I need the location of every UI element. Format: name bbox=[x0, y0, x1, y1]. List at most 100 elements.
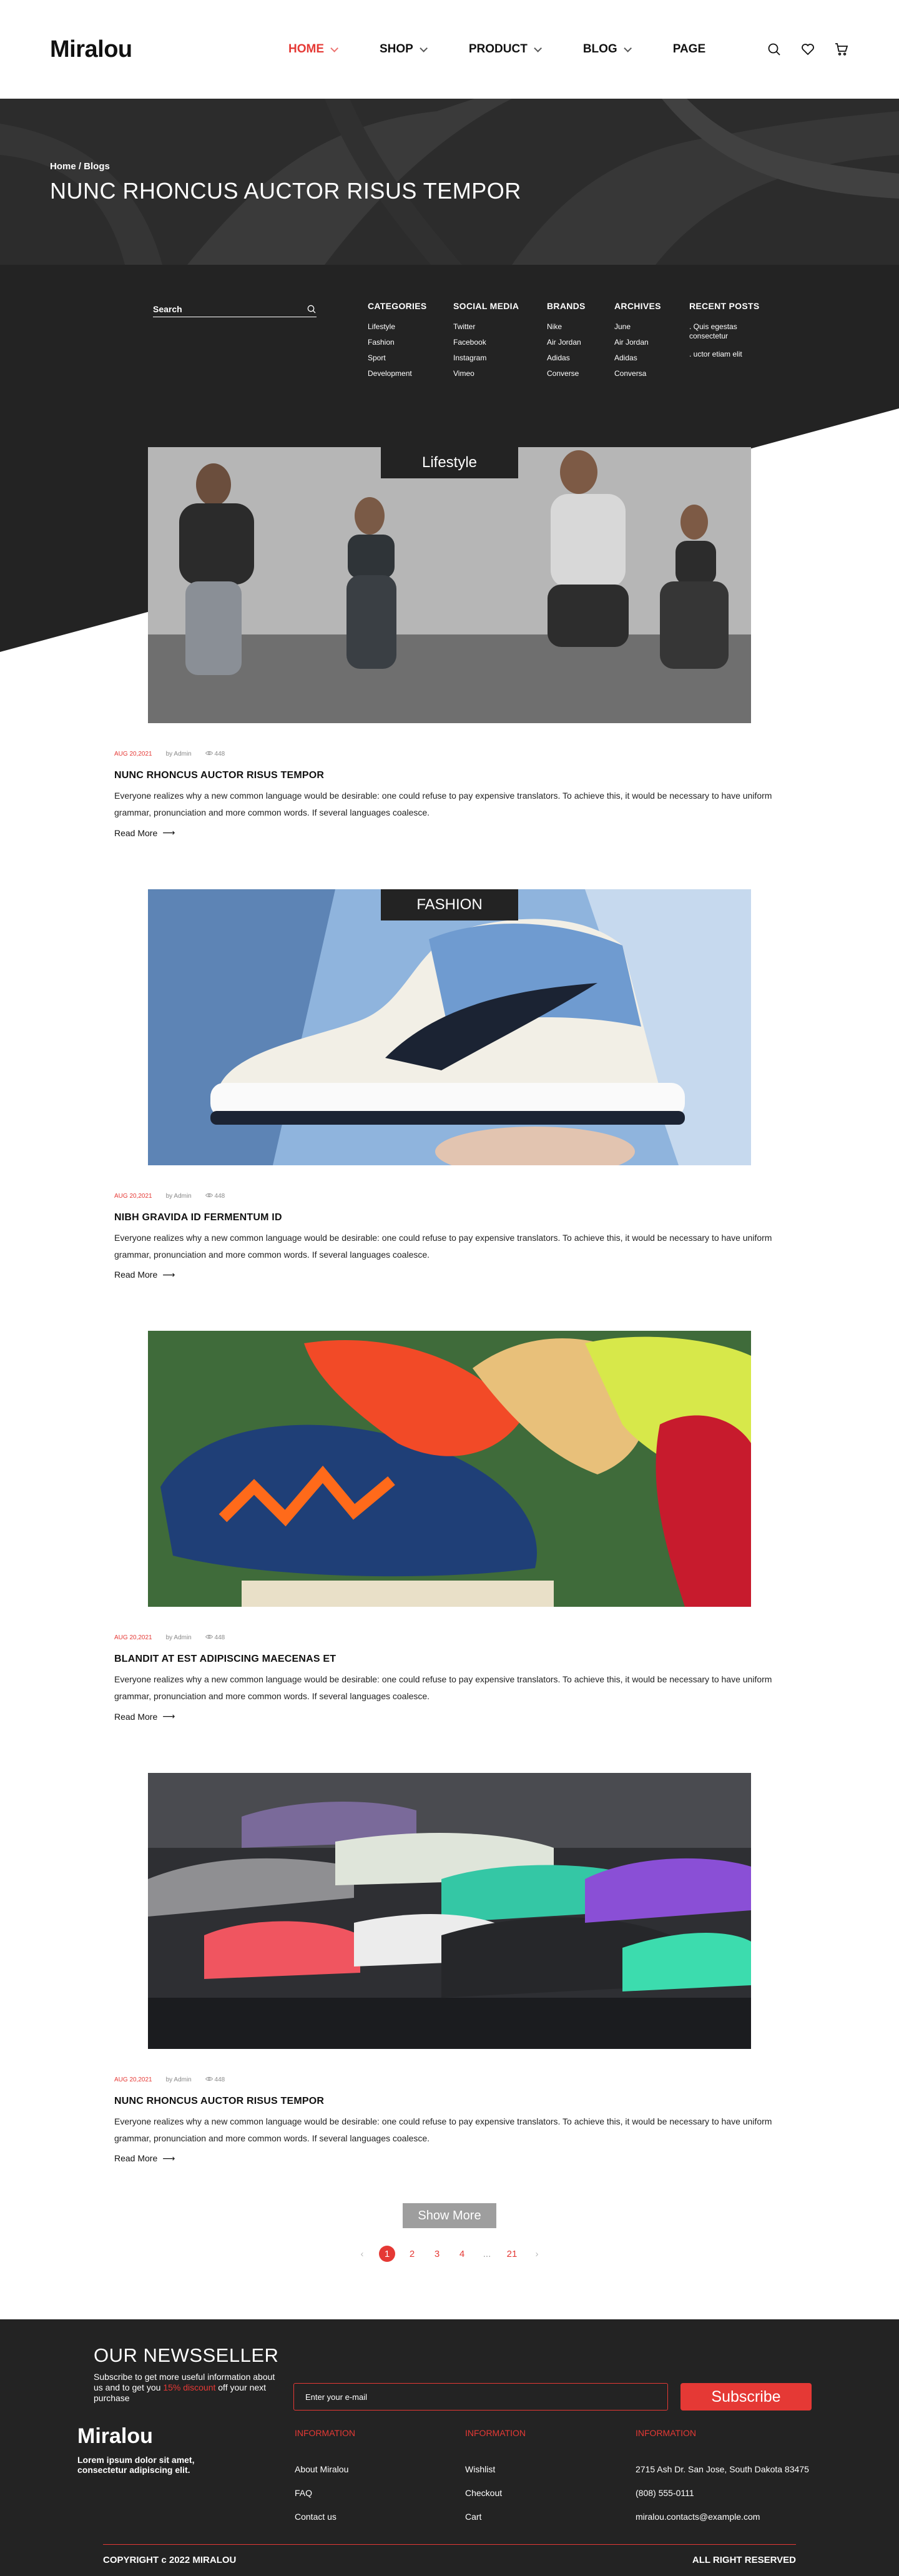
filter-item[interactable]: Instagram bbox=[453, 353, 547, 362]
post-image[interactable] bbox=[148, 1331, 751, 1607]
blog-post: AUG 20,2021 by Admin 448 BLANDIT AT EST … bbox=[0, 1331, 899, 1723]
filter-item[interactable]: Vimeo bbox=[453, 369, 547, 378]
fitness-photo bbox=[148, 447, 751, 723]
read-more-label: Read More bbox=[114, 1270, 158, 1280]
page-21[interactable]: 21 bbox=[504, 2246, 520, 2262]
subscribe-button[interactable]: Subscribe bbox=[680, 2383, 812, 2411]
nav-home-label: HOME bbox=[288, 42, 324, 56]
footer-brand: Miralou Lorem ipsum dolor sit amet, cons… bbox=[77, 2424, 295, 2535]
footer-logo[interactable]: Miralou bbox=[77, 2424, 295, 2449]
post-author[interactable]: by Admin bbox=[166, 1634, 192, 1641]
nav-product[interactable]: PRODUCT bbox=[468, 42, 542, 56]
filter-item[interactable]: Adidas bbox=[547, 353, 614, 362]
heart-icon[interactable] bbox=[800, 42, 815, 57]
next-page-icon[interactable]: › bbox=[529, 2246, 545, 2262]
header-actions bbox=[767, 42, 849, 57]
post-excerpt: Everyone realizes why a new common langu… bbox=[114, 1674, 772, 1701]
read-more-link[interactable]: Read More ⟶ bbox=[114, 1711, 175, 1722]
post-views: 448 bbox=[205, 1634, 225, 1641]
filter-item[interactable]: Sport bbox=[368, 353, 453, 362]
post-title[interactable]: NIBH GRAVIDA ID FERMENTUM ID bbox=[114, 1212, 785, 1223]
post-title[interactable]: NUNC RHONCUS AUCTOR RISUS TEMPOR bbox=[114, 2096, 785, 2107]
page-2[interactable]: 2 bbox=[404, 2246, 420, 2262]
nav-product-label: PRODUCT bbox=[468, 42, 528, 56]
read-more-link[interactable]: Read More ⟶ bbox=[114, 2153, 175, 2164]
search-icon[interactable] bbox=[307, 304, 317, 314]
post-meta: AUG 20,2021 by Admin 448 bbox=[114, 1193, 785, 1200]
rights-reserved: ALL RIGHT RESERVED bbox=[692, 2555, 796, 2565]
filter-item[interactable]: Conversa bbox=[614, 369, 689, 378]
chevron-down-icon bbox=[420, 44, 428, 52]
post-image[interactable] bbox=[148, 1772, 751, 2049]
post-image[interactable]: FASHION bbox=[148, 889, 751, 1165]
post-category-tag[interactable]: FASHION bbox=[381, 889, 518, 920]
arrow-right-icon: ⟶ bbox=[162, 2153, 175, 2163]
page-1[interactable]: 1 bbox=[379, 2246, 395, 2262]
prev-page-icon[interactable]: ‹ bbox=[354, 2246, 370, 2262]
show-more-button[interactable]: Show More bbox=[403, 2203, 496, 2228]
footer-link[interactable]: FAQ bbox=[295, 2488, 465, 2498]
post-meta: AUG 20,2021 by Admin 448 bbox=[114, 1634, 785, 1641]
nav-page[interactable]: PAGE bbox=[673, 42, 705, 56]
sneaker-photo bbox=[148, 889, 751, 1165]
eye-icon bbox=[205, 2076, 213, 2081]
eye-icon bbox=[205, 751, 213, 756]
contact-phone[interactable]: (808) 555-0111 bbox=[636, 2488, 835, 2498]
post-author[interactable]: by Admin bbox=[166, 2076, 192, 2083]
hero-content: Home / Blogs NUNC RHONCUS AUCTOR RISUS T… bbox=[50, 161, 521, 204]
post-body: AUG 20,2021 by Admin 448 NIBH GRAVIDA ID… bbox=[0, 1193, 899, 1281]
read-more-link[interactable]: Read More ⟶ bbox=[114, 1270, 175, 1280]
footer-divider bbox=[103, 2544, 796, 2545]
nav-shop-label: SHOP bbox=[380, 42, 413, 56]
chevron-down-icon bbox=[330, 44, 338, 52]
filter-item[interactable]: Adidas bbox=[614, 353, 689, 362]
page-4[interactable]: 4 bbox=[454, 2246, 470, 2262]
newsletter-title: OUR NEWSSELLER bbox=[94, 2344, 279, 2366]
post-category-tag[interactable]: Lifestyle bbox=[381, 447, 518, 478]
filter-item[interactable]: Facebook bbox=[453, 338, 547, 347]
nav-home[interactable]: HOME bbox=[288, 42, 338, 56]
nav-shop[interactable]: SHOP bbox=[380, 42, 428, 56]
nav-blog[interactable]: BLOG bbox=[583, 42, 632, 56]
post-body: AUG 20,2021 by Admin 448 NUNC RHONCUS AU… bbox=[0, 2076, 899, 2165]
main-nav: HOME SHOP PRODUCT BLOG PAGE bbox=[288, 42, 705, 56]
search-input[interactable] bbox=[153, 303, 278, 314]
email-field[interactable] bbox=[293, 2383, 668, 2411]
footer-link[interactable]: Checkout bbox=[465, 2488, 636, 2498]
page-3[interactable]: 3 bbox=[429, 2246, 445, 2262]
post-meta: AUG 20,2021 by Admin 448 bbox=[114, 2076, 785, 2083]
arrow-right-icon: ⟶ bbox=[162, 1269, 175, 1280]
footer-link[interactable]: Wishlist bbox=[465, 2464, 636, 2474]
site-logo[interactable]: Miralou bbox=[50, 36, 237, 63]
page-hero: Home / Blogs NUNC RHONCUS AUCTOR RISUS T… bbox=[0, 99, 899, 265]
recent-post-link[interactable]: . Quis egestas consectetur bbox=[689, 322, 752, 341]
filter-item[interactable]: Lifestyle bbox=[368, 322, 453, 331]
breadcrumb[interactable]: Home / Blogs bbox=[50, 161, 521, 172]
blog-post: Lifestyle AUG 20,2021 by Admin 448 NUNC … bbox=[0, 447, 899, 839]
post-title[interactable]: NUNC RHONCUS AUCTOR RISUS TEMPOR bbox=[114, 770, 785, 781]
post-excerpt: Everyone realizes why a new common langu… bbox=[114, 791, 772, 817]
footer-link[interactable]: Contact us bbox=[295, 2512, 465, 2522]
filter-item[interactable]: Air Jordan bbox=[547, 338, 614, 347]
post-image[interactable]: Lifestyle bbox=[148, 447, 751, 723]
filter-item[interactable]: June bbox=[614, 322, 689, 331]
filter-item[interactable]: Twitter bbox=[453, 322, 547, 331]
search-icon[interactable] bbox=[767, 42, 782, 57]
post-author[interactable]: by Admin bbox=[166, 1193, 192, 1200]
post-title[interactable]: BLANDIT AT EST ADIPISCING MAECENAS ET bbox=[114, 1654, 785, 1665]
contact-email[interactable]: miralou.contacts@example.com bbox=[636, 2512, 835, 2522]
post-excerpt: Everyone realizes why a new common langu… bbox=[114, 1232, 772, 1260]
filter-item[interactable]: Fashion bbox=[368, 338, 453, 347]
footer-link[interactable]: Cart bbox=[465, 2512, 636, 2522]
cart-icon[interactable] bbox=[834, 42, 849, 57]
filter-item[interactable]: Air Jordan bbox=[614, 338, 689, 347]
filter-item[interactable]: Development bbox=[368, 369, 453, 378]
filter-categories: CATEGORIES Lifestyle Fashion Sport Devel… bbox=[368, 301, 453, 385]
post-author[interactable]: by Admin bbox=[166, 751, 192, 758]
footer-link[interactable]: About Miralou bbox=[295, 2464, 465, 2474]
filter-item[interactable]: Converse bbox=[547, 369, 614, 378]
recent-post-link[interactable]: . uctor etiam elit bbox=[689, 350, 752, 359]
read-more-link[interactable]: Read More ⟶ bbox=[114, 827, 175, 838]
copyright: COPYRIGHT c 2022 MIRALOU bbox=[103, 2555, 237, 2565]
filter-item[interactable]: Nike bbox=[547, 322, 614, 331]
